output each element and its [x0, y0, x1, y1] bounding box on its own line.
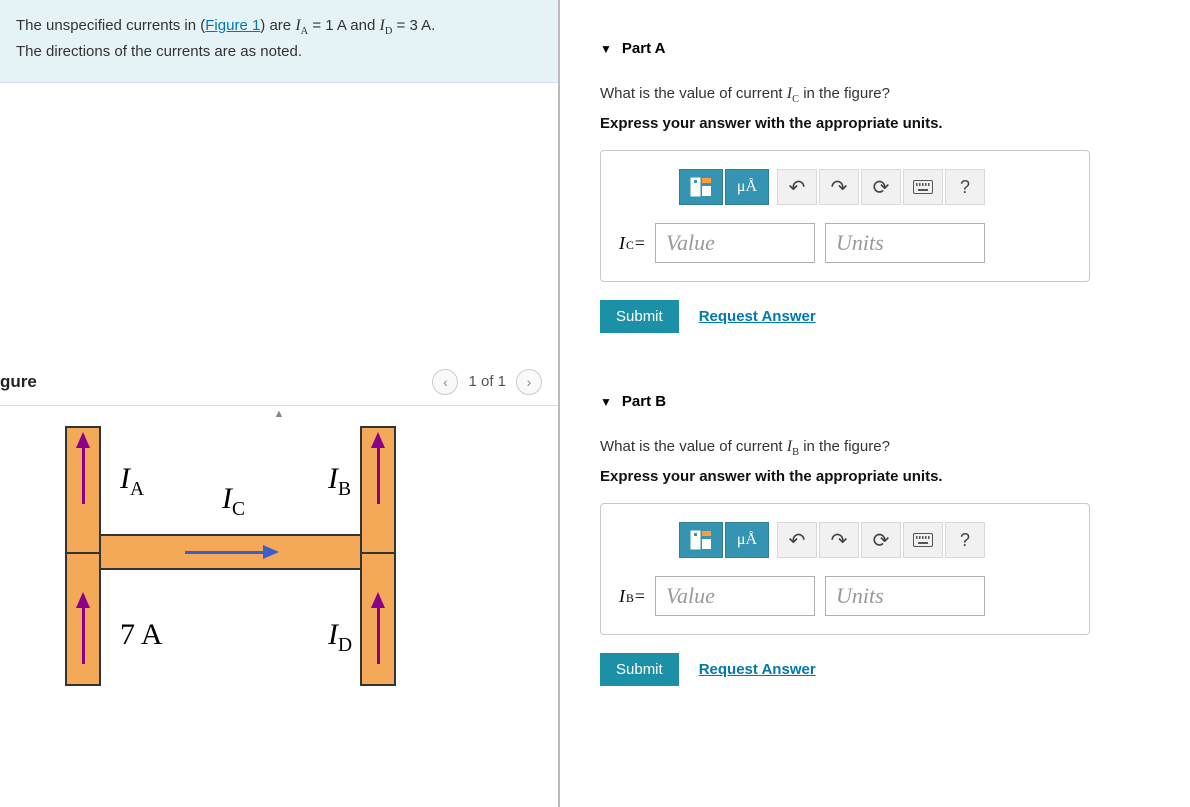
label-ic: IC: [222, 482, 245, 521]
part-b-value-input[interactable]: [655, 576, 815, 616]
figure-header: gure ‹ 1 of 1 ›: [0, 363, 558, 405]
arrow-id-head: [371, 592, 385, 608]
part-b-header[interactable]: ▼ Part B: [600, 393, 1190, 410]
keyboard-button[interactable]: [903, 522, 943, 558]
arrow-ia-head: [76, 432, 90, 448]
figure-prev-button[interactable]: ‹: [432, 369, 458, 395]
part-a-question: What is the value of current IC in the f…: [600, 85, 1190, 105]
part-b-input-row: IB =: [619, 576, 1071, 616]
main-layout: The unspecified currents in (Figure 1) a…: [0, 0, 1190, 807]
figure-nav-text: 1 of 1: [468, 373, 506, 390]
arrow-ib-stem: [377, 446, 380, 504]
q-prefix: What is the value of current: [600, 85, 787, 102]
help-button[interactable]: ?: [945, 169, 985, 205]
part-a-units-input[interactable]: [825, 223, 985, 263]
spacer: [0, 83, 558, 363]
figure-next-button[interactable]: ›: [516, 369, 542, 395]
part-a-input-row: IC =: [619, 223, 1071, 263]
templates-button[interactable]: [679, 169, 723, 205]
part-b-instruction: Express your answer with the appropriate…: [600, 468, 1190, 485]
part-b-request-answer-link[interactable]: Request Answer: [699, 661, 816, 678]
scroll-up-icon[interactable]: ▲: [274, 408, 285, 420]
reset-button[interactable]: ⟳: [861, 522, 901, 558]
problem-statement: The unspecified currents in (Figure 1) a…: [0, 0, 558, 83]
q-suffix: in the figure?: [799, 85, 890, 102]
arrow-ic-head: [263, 545, 279, 559]
right-panel: ▼ Part A What is the value of current IC…: [560, 0, 1190, 807]
part-a-toolbar: μÅ ↶ ↷ ⟳ ?: [679, 169, 1071, 205]
redo-button[interactable]: ↷: [819, 169, 859, 205]
q-prefix: What is the value of current: [600, 438, 787, 455]
figure-canvas: IA IB IC ID 7 A: [50, 426, 420, 696]
part-a-var-label: IC =: [619, 233, 645, 254]
prompt-line-1: The unspecified currents in (Figure 1) a…: [16, 14, 542, 40]
part-a-actions: Submit Request Answer: [600, 300, 1190, 333]
arrow-7a-head: [76, 592, 90, 608]
caret-down-icon: ▼: [600, 395, 612, 409]
caret-down-icon: ▼: [600, 42, 612, 56]
q-suffix: in the figure?: [799, 438, 890, 455]
part-a-section: ▼ Part A What is the value of current IC…: [600, 40, 1190, 333]
template-icon: [690, 530, 712, 550]
undo-button[interactable]: ↶: [777, 522, 817, 558]
figure-nav: ‹ 1 of 1 ›: [432, 369, 542, 395]
keyboard-icon: [913, 180, 933, 194]
units-button[interactable]: μÅ: [725, 169, 769, 205]
part-b-section: ▼ Part B What is the value of current IB…: [600, 393, 1190, 686]
id-eq: = 3 A.: [392, 17, 435, 34]
help-button[interactable]: ?: [945, 522, 985, 558]
part-a-instruction: Express your answer with the appropriate…: [600, 115, 1190, 132]
q-var: IC: [787, 85, 799, 102]
and-text: and: [346, 17, 379, 34]
part-b-units-input[interactable]: [825, 576, 985, 616]
arrow-ic-stem: [185, 551, 265, 554]
keyboard-button[interactable]: [903, 169, 943, 205]
arrow-7a-stem: [82, 606, 85, 664]
part-b-toolbar: μÅ ↶ ↷ ⟳ ?: [679, 522, 1071, 558]
part-a-request-answer-link[interactable]: Request Answer: [699, 308, 816, 325]
part-b-var-label: IB =: [619, 586, 645, 607]
left-panel: The unspecified currents in (Figure 1) a…: [0, 0, 560, 807]
part-a-header[interactable]: ▼ Part A: [600, 40, 1190, 57]
label-ia: IA: [120, 462, 144, 501]
figure-link[interactable]: Figure 1: [205, 17, 260, 34]
part-a-title: Part A: [622, 40, 666, 57]
part-b-title: Part B: [622, 393, 666, 410]
q-var: IB: [787, 438, 799, 455]
part-a-answer-box: μÅ ↶ ↷ ⟳ ? IC =: [600, 150, 1090, 282]
label-ib: IB: [328, 462, 351, 501]
keyboard-icon: [913, 533, 933, 547]
arrow-ib-head: [371, 432, 385, 448]
template-icon: [690, 177, 712, 197]
prompt-mid: ) are: [260, 17, 295, 34]
part-b-submit-button[interactable]: Submit: [600, 653, 679, 686]
prompt-line-2: The directions of the currents are as no…: [16, 40, 542, 63]
part-a-submit-button[interactable]: Submit: [600, 300, 679, 333]
figure-frame: ▲: [0, 405, 558, 807]
part-b-answer-box: μÅ ↶ ↷ ⟳ ? IB =: [600, 503, 1090, 635]
var-id: ID: [380, 17, 393, 34]
prompt-prefix: The unspecified currents in (: [16, 17, 205, 34]
part-b-actions: Submit Request Answer: [600, 653, 1190, 686]
redo-button[interactable]: ↷: [819, 522, 859, 558]
ia-eq: = 1 A: [308, 17, 346, 34]
var-ia: IA: [295, 17, 308, 34]
figure-title: gure: [0, 372, 37, 392]
part-b-question: What is the value of current IB in the f…: [600, 438, 1190, 458]
arrow-ia-stem: [82, 446, 85, 504]
label-7a: 7 A: [120, 618, 163, 652]
label-id: ID: [328, 618, 352, 657]
undo-button[interactable]: ↶: [777, 169, 817, 205]
reset-button[interactable]: ⟳: [861, 169, 901, 205]
arrow-id-stem: [377, 606, 380, 664]
units-button[interactable]: μÅ: [725, 522, 769, 558]
templates-button[interactable]: [679, 522, 723, 558]
part-a-value-input[interactable]: [655, 223, 815, 263]
